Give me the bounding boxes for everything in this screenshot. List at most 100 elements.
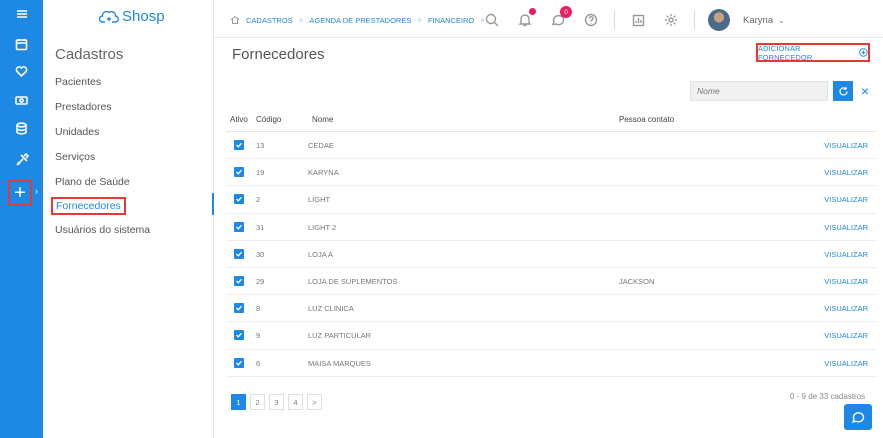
view-link[interactable]: VISUALIZAR [824,250,868,259]
page-button-1[interactable]: 1 [231,394,246,410]
check-icon [236,251,242,257]
active-checkbox[interactable] [234,140,244,150]
view-link[interactable]: VISUALIZAR [824,223,868,232]
home-icon[interactable] [230,15,240,25]
view-link[interactable]: VISUALIZAR [824,359,868,368]
search-input[interactable] [690,81,828,101]
sidebar-item-unidades[interactable]: Unidades [55,126,99,138]
sidebar-item-prestadores[interactable]: Prestadores [55,101,112,113]
table-row: 8 LUZ CLINICA VISUALIZAR [226,295,876,323]
row-code: 2 [256,195,261,205]
active-checkbox[interactable] [234,167,244,178]
tab-financeiro[interactable]: FINANCEIRO [428,16,474,25]
menu-icon[interactable] [0,2,43,26]
sidebar-item-plano-de-saude[interactable]: Plano de Saúde [55,176,130,188]
chat-icon [851,412,865,424]
view-link[interactable]: VISUALIZAR [824,304,868,313]
table-header: Ativo Código Nome Pessoa contato [226,106,876,132]
row-name: LOJA A [308,249,334,259]
row-name: KARYNA [308,168,339,178]
gear-icon[interactable] [661,10,681,30]
active-checkbox[interactable] [234,357,244,368]
chevron-down-icon[interactable]: ⌄ [778,16,785,25]
divider [614,11,615,29]
top-bar: CADASTROS × AGENDA DE PRESTADORES × FINA… [214,0,883,38]
plus-icon: + [14,182,26,204]
row-contact: JACKSON [619,276,655,286]
table-row: 2 LIGHT VISUALIZAR [226,186,876,214]
bell-icon[interactable] [515,8,536,30]
page-title: Fornecedores [232,46,325,63]
table-row: 9 LUZ PARTICULAR VISUALIZAR [226,322,876,350]
view-link[interactable]: VISUALIZAR [824,168,868,177]
column-ativo[interactable]: Ativo [230,115,248,124]
view-link[interactable]: VISUALIZAR [824,277,868,286]
view-link[interactable]: VISUALIZAR [824,141,868,150]
close-tab-icon[interactable]: × [299,16,304,25]
tab-agenda-prestadores[interactable]: AGENDA DE PRESTADORES [309,16,411,25]
page-button-3[interactable]: 3 [269,394,284,410]
message-badge: 0 [560,6,572,18]
table-row: 30 LOJA A VISUALIZAR [226,241,876,268]
search-icon[interactable] [482,10,502,30]
heart-icon[interactable] [0,59,43,83]
table-row: 6 MAISA MARQUES VISUALIZAR [226,350,876,377]
refresh-icon [838,86,848,96]
add-menu-button[interactable]: + [8,180,32,206]
tools-icon[interactable] [0,148,43,172]
row-code: 31 [256,222,265,232]
app: + › Shosp Cadastros Pacientes Prestadore… [0,0,883,438]
check-icon [236,278,242,284]
check-icon [236,197,242,203]
user-name[interactable]: Karyna [743,15,773,26]
chat-bubble-icon[interactable]: 0 [548,6,572,30]
row-name: LUZ PARTICULAR [308,331,372,341]
active-checkbox[interactable] [234,303,244,314]
money-icon[interactable] [0,88,43,112]
calendar-icon[interactable] [0,32,43,56]
row-code: 13 [256,141,265,150]
active-checkbox[interactable] [234,194,244,205]
row-code: 8 [256,304,261,314]
shosp-logo-icon [99,10,119,23]
column-nome[interactable]: Nome [312,115,333,124]
row-name: LUZ CLINICA [308,304,354,314]
refresh-button[interactable] [833,81,853,101]
table-row: 13 CEDAE VISUALIZAR [226,132,876,160]
divider [694,11,695,29]
sidebar-item-fornecedores[interactable]: Fornecedores [51,197,126,215]
chevron-right-icon: › [35,186,38,196]
chat-button[interactable] [844,404,872,430]
close-tab-icon[interactable]: × [417,16,422,25]
table-row: 29 LOJA DE SUPLEMENTOS JACKSON VISUALIZA… [226,268,876,296]
page-button-2[interactable]: 2 [250,394,265,410]
plus-circle-icon [859,48,868,57]
add-supplier-button[interactable]: ADICIONAR FORNECEDOR [756,43,870,62]
row-code: 29 [256,276,265,286]
clear-search-button[interactable]: × [858,81,872,101]
sidebar-item-servicos[interactable]: Serviços [55,151,95,163]
column-pessoa-contato[interactable]: Pessoa contato [619,115,674,124]
active-checkbox[interactable] [234,330,244,341]
active-checkbox[interactable] [234,221,244,232]
header-actions: 0 Karyna ⌄ [482,6,785,31]
database-icon[interactable] [0,116,43,140]
active-checkbox[interactable] [234,248,244,259]
row-code: 9 [256,331,261,341]
view-link[interactable]: VISUALIZAR [824,331,868,340]
row-code: 30 [256,249,265,259]
sidebar-item-usuarios[interactable]: Usuários do sistema [55,224,150,236]
row-name: MAISA MARQUES [308,358,371,368]
next-page-button[interactable]: > [307,394,322,410]
brand-logo[interactable]: Shosp [99,8,165,25]
view-link[interactable]: VISUALIZAR [824,195,868,204]
avatar[interactable] [708,9,730,31]
report-icon[interactable] [628,10,648,30]
column-codigo[interactable]: Código [256,115,281,124]
tab-cadastros[interactable]: CADASTROS [246,16,293,25]
help-icon[interactable] [581,10,601,30]
sidebar-item-pacientes[interactable]: Pacientes [55,76,101,88]
page-button-4[interactable]: 4 [288,394,303,410]
active-checkbox[interactable] [234,275,244,286]
row-name: LOJA DE SUPLEMENTOS [308,276,398,286]
